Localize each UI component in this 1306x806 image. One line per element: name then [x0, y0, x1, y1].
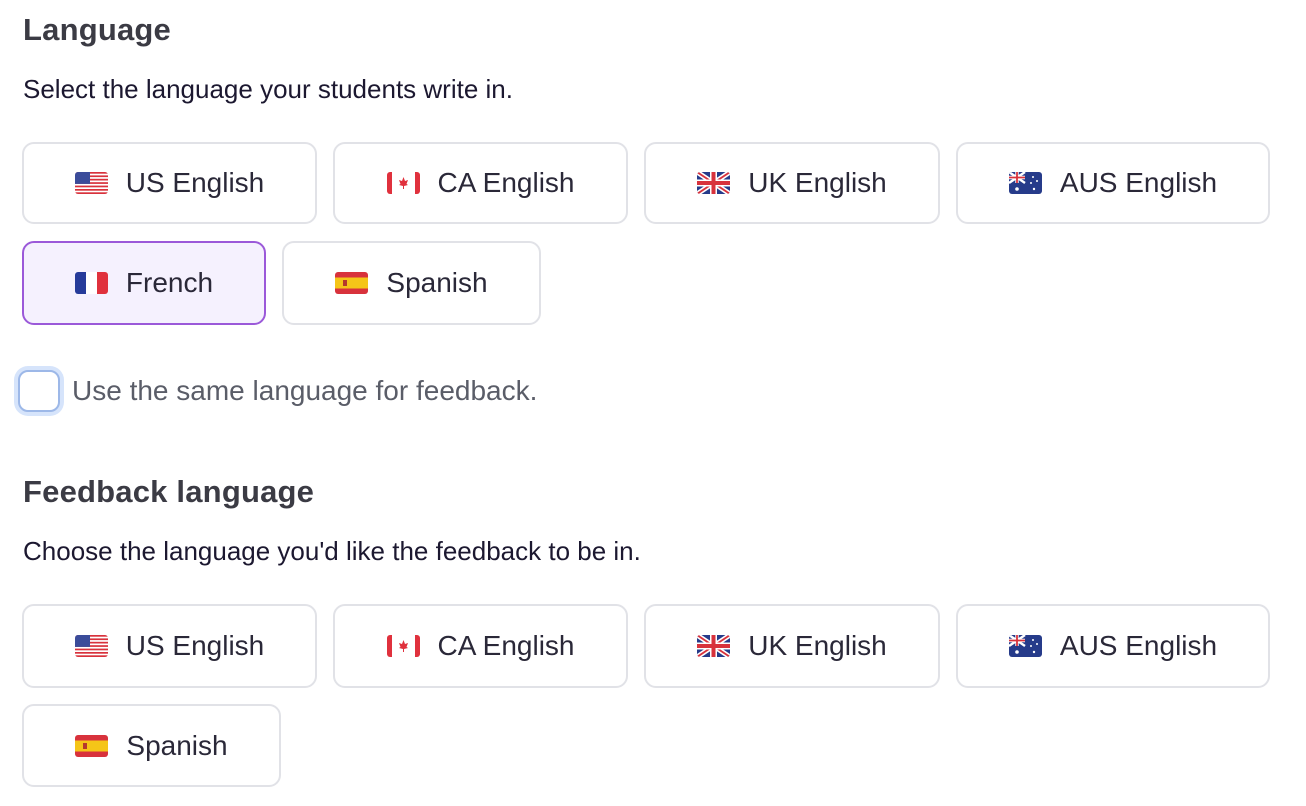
option-label: AUS English — [1059, 167, 1218, 198]
option-label: CA English — [437, 167, 575, 198]
us-flag-icon — [74, 635, 108, 657]
feedback-option-spanish[interactable]: Spanish — [22, 704, 281, 787]
option-label: US English — [125, 167, 265, 198]
language-description: Select the language your students write … — [23, 74, 513, 104]
language-option-us-english[interactable]: US English — [22, 142, 317, 224]
feedback-language-description: Choose the language you'd like the feedb… — [23, 536, 641, 566]
es-flag-icon — [75, 734, 109, 757]
es-flag-icon — [335, 272, 369, 294]
uk-flag-icon — [697, 635, 731, 657]
feedback-option-aus-english[interactable]: AUS English — [956, 604, 1270, 688]
language-option-french[interactable]: French — [22, 241, 266, 325]
feedback-option-ca-english[interactable]: CA English — [333, 604, 628, 688]
fr-flag-icon — [74, 272, 108, 294]
aus-flag-icon — [1008, 172, 1042, 194]
feedback-option-uk-english[interactable]: UK English — [644, 604, 940, 688]
option-label: UK English — [748, 167, 887, 198]
uk-flag-icon — [697, 172, 731, 194]
same-language-checkbox[interactable] — [18, 370, 60, 412]
same-language-checkbox-label[interactable]: Use the same language for feedback. — [72, 375, 537, 407]
language-heading: Language — [23, 12, 172, 47]
option-label: CA English — [437, 630, 575, 661]
option-label: AUS English — [1059, 630, 1218, 661]
same-language-checkbox-row[interactable]: Use the same language for feedback. — [18, 370, 537, 412]
option-label: French — [125, 267, 214, 298]
aus-flag-icon — [1008, 635, 1042, 657]
ca-flag-icon — [386, 172, 420, 194]
language-option-aus-english[interactable]: AUS English — [956, 142, 1270, 224]
option-label: US English — [125, 630, 265, 661]
language-option-spanish[interactable]: Spanish — [282, 241, 541, 325]
option-label: Spanish — [386, 267, 488, 298]
language-option-uk-english[interactable]: UK English — [644, 142, 940, 224]
us-flag-icon — [74, 172, 108, 194]
ca-flag-icon — [386, 635, 420, 657]
feedback-option-us-english[interactable]: US English — [22, 604, 317, 688]
option-label: UK English — [748, 630, 887, 661]
feedback-language-heading: Feedback language — [23, 474, 315, 509]
language-option-ca-english[interactable]: CA English — [333, 142, 628, 224]
option-label: Spanish — [126, 729, 228, 761]
